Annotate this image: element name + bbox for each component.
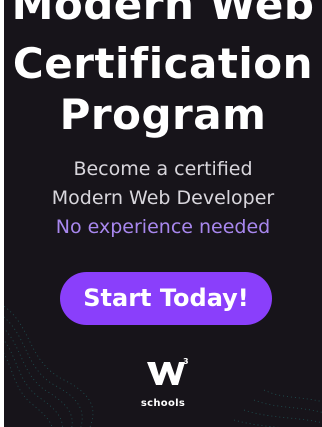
no-experience-highlight: No experience needed [55, 216, 271, 238]
w3schools-logo-icon[interactable]: 3 [145, 358, 189, 388]
headline-line-2: Certification [12, 39, 314, 88]
brand-name: schools [140, 398, 186, 409]
headline-line-1: Modern Web [11, 0, 315, 29]
start-today-button[interactable]: Start Today! [60, 272, 272, 325]
certification-ad-banner[interactable]: Modern Web Certification Program Become … [4, 0, 322, 427]
headline-line-3: Program [59, 90, 267, 139]
brand-superscript: 3 [183, 358, 189, 366]
subtitle-line-2: Modern Web Developer [51, 187, 275, 209]
subtitle-line-1: Become a certified [73, 158, 253, 180]
